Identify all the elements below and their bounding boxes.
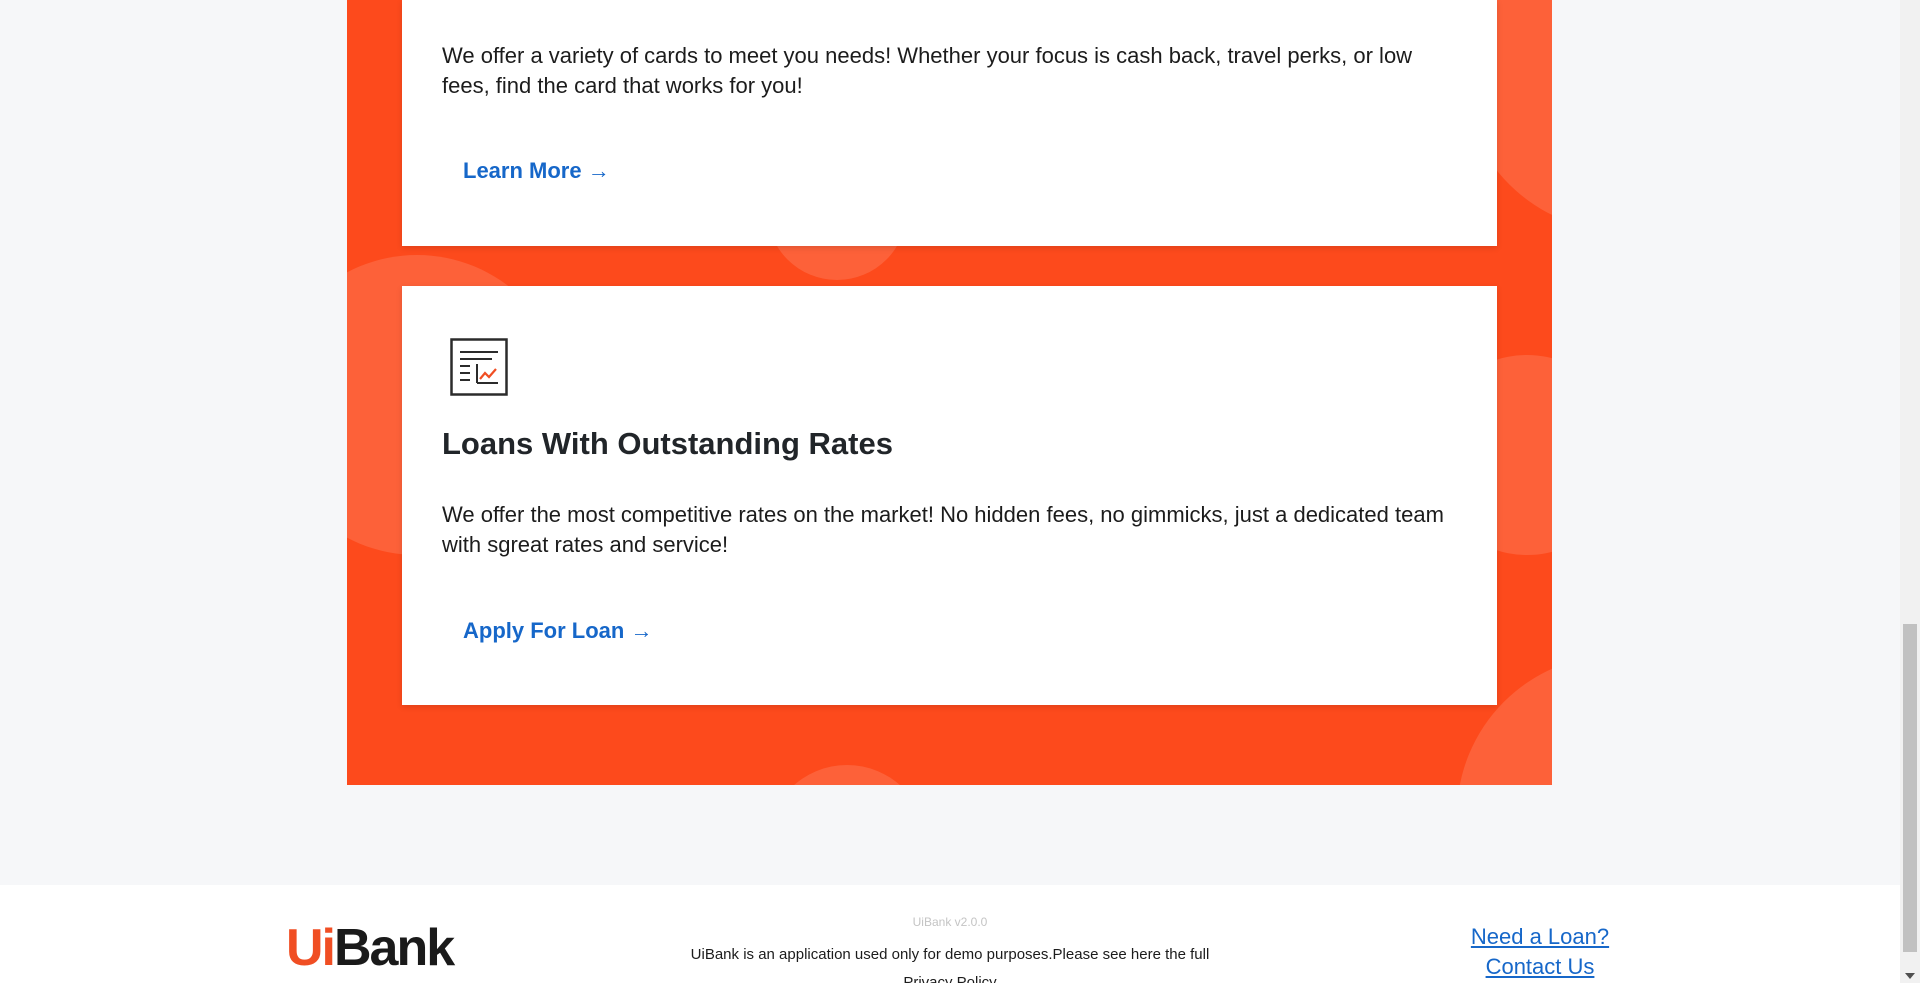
privacy-policy-link[interactable]: Privacy Policy — [903, 974, 996, 983]
site-footer: UiBank UiBank v2.0.0 UiBank is an applic… — [0, 885, 1900, 983]
disclaimer-text: UiBank is an application used only for d… — [690, 946, 1210, 963]
decor-bubble — [767, 765, 927, 785]
contact-us-link[interactable]: Contact Us — [1420, 952, 1660, 982]
credit-cards-description: We offer a variety of cards to meet you … — [442, 43, 1413, 98]
page-viewport: We offer a variety of cards to meet you … — [0, 0, 1900, 983]
loans-card-title: Loans With Outstanding Rates — [442, 426, 893, 461]
uibank-logo[interactable]: UiBank — [286, 922, 455, 974]
learn-more-link[interactable]: Learn More → — [463, 158, 610, 184]
credit-cards-card: We offer a variety of cards to meet you … — [402, 0, 1497, 246]
page-scrollbar[interactable] — [1900, 0, 1920, 983]
scrollbar-thumb[interactable] — [1903, 624, 1917, 952]
loans-card: Loans With Outstanding Rates We offer th… — [402, 286, 1497, 705]
report-chart-icon — [450, 338, 508, 396]
apply-for-loan-link[interactable]: Apply For Loan → — [463, 618, 652, 644]
features-band: We offer a variety of cards to meet you … — [347, 0, 1552, 785]
footer-disclaimer: UiBank is an application used only for d… — [650, 941, 1250, 983]
loans-description: We offer the most competitive rates on t… — [442, 502, 1444, 557]
scroll-down-arrow-icon[interactable] — [1905, 973, 1915, 979]
footer-links: Need a Loan? Contact Us — [1420, 922, 1660, 982]
need-a-loan-link[interactable]: Need a Loan? — [1420, 922, 1660, 952]
